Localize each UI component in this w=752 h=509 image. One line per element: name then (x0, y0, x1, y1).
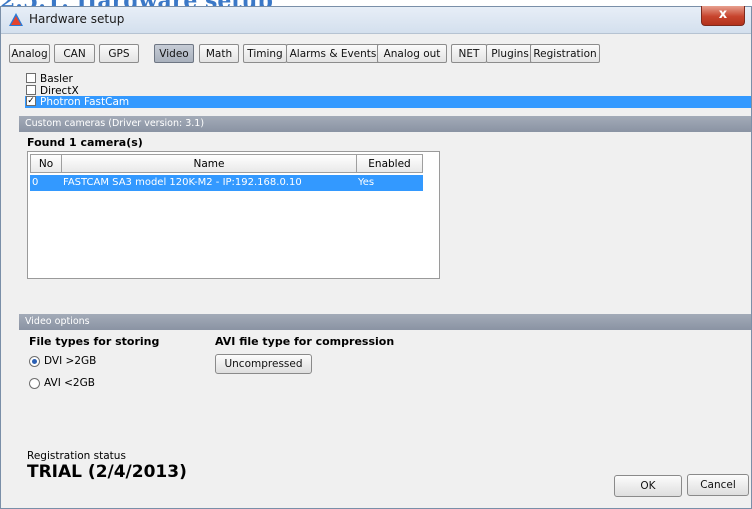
tab-registration[interactable]: Registration (530, 44, 600, 63)
tab-timing[interactable]: Timing (243, 44, 287, 63)
close-button[interactable]: x (701, 6, 745, 26)
tab-plugins[interactable]: Plugins (486, 44, 534, 63)
window-title: Hardware setup (29, 12, 125, 26)
column-header-no[interactable]: No (30, 154, 62, 173)
custom-cameras-header: Custom cameras (Driver version: 3.1) (19, 116, 751, 132)
column-header-name[interactable]: Name (61, 154, 357, 173)
tab-math[interactable]: Math (199, 44, 239, 63)
radio-button-dvi[interactable] (29, 356, 40, 367)
uncompressed-button[interactable]: Uncompressed (215, 354, 312, 374)
tab-alarms-events[interactable]: Alarms & Events (286, 44, 380, 63)
driver-label: Basler (40, 73, 73, 85)
registration-status-label: Registration status (27, 450, 126, 462)
checkbox-photron-fastcam[interactable]: ✓ (26, 96, 36, 106)
checkbox-directx[interactable] (26, 85, 36, 95)
cancel-button[interactable]: Cancel (687, 474, 749, 496)
tab-can[interactable]: CAN (54, 44, 95, 63)
camera-table: No Name Enabled 0 FASTCAM SA3 model 120K… (27, 151, 440, 279)
cell-no: 0 (32, 177, 39, 188)
title-bar: Hardware setup x (1, 6, 751, 34)
table-row[interactable]: 0 FASTCAM SA3 model 120K-M2 - IP:192.168… (30, 175, 423, 191)
video-options-header: Video options (19, 314, 751, 330)
tab-video[interactable]: Video (154, 44, 194, 63)
column-header-enabled[interactable]: Enabled (356, 154, 423, 173)
radio-button-avi[interactable] (29, 378, 40, 389)
radio-label-avi: AVI <2GB (44, 377, 95, 389)
ok-button[interactable]: OK (614, 475, 682, 497)
checkbox-basler[interactable] (26, 73, 36, 83)
file-types-heading: File types for storing (29, 335, 160, 348)
cell-enabled: Yes (358, 177, 375, 188)
driver-label: Photron FastCam (40, 96, 130, 108)
selected-driver-highlight (25, 96, 751, 108)
avi-compression-heading: AVI file type for compression (215, 335, 395, 348)
tab-analog-out[interactable]: Analog out (377, 44, 447, 63)
hardware-setup-window: Hardware setup x Analog CAN GPS Video Ma… (0, 6, 752, 509)
found-cameras-label: Found 1 camera(s) (27, 136, 143, 149)
radio-label-dvi: DVI >2GB (44, 355, 97, 367)
cell-name: FASTCAM SA3 model 120K-M2 - IP:192.168.0… (63, 177, 302, 188)
tab-analog[interactable]: Analog (9, 44, 50, 63)
tab-gps[interactable]: GPS (99, 44, 139, 63)
registration-status-value: TRIAL (2/4/2013) (27, 462, 187, 482)
tab-net[interactable]: NET (451, 44, 487, 63)
app-logo-icon (9, 13, 23, 26)
